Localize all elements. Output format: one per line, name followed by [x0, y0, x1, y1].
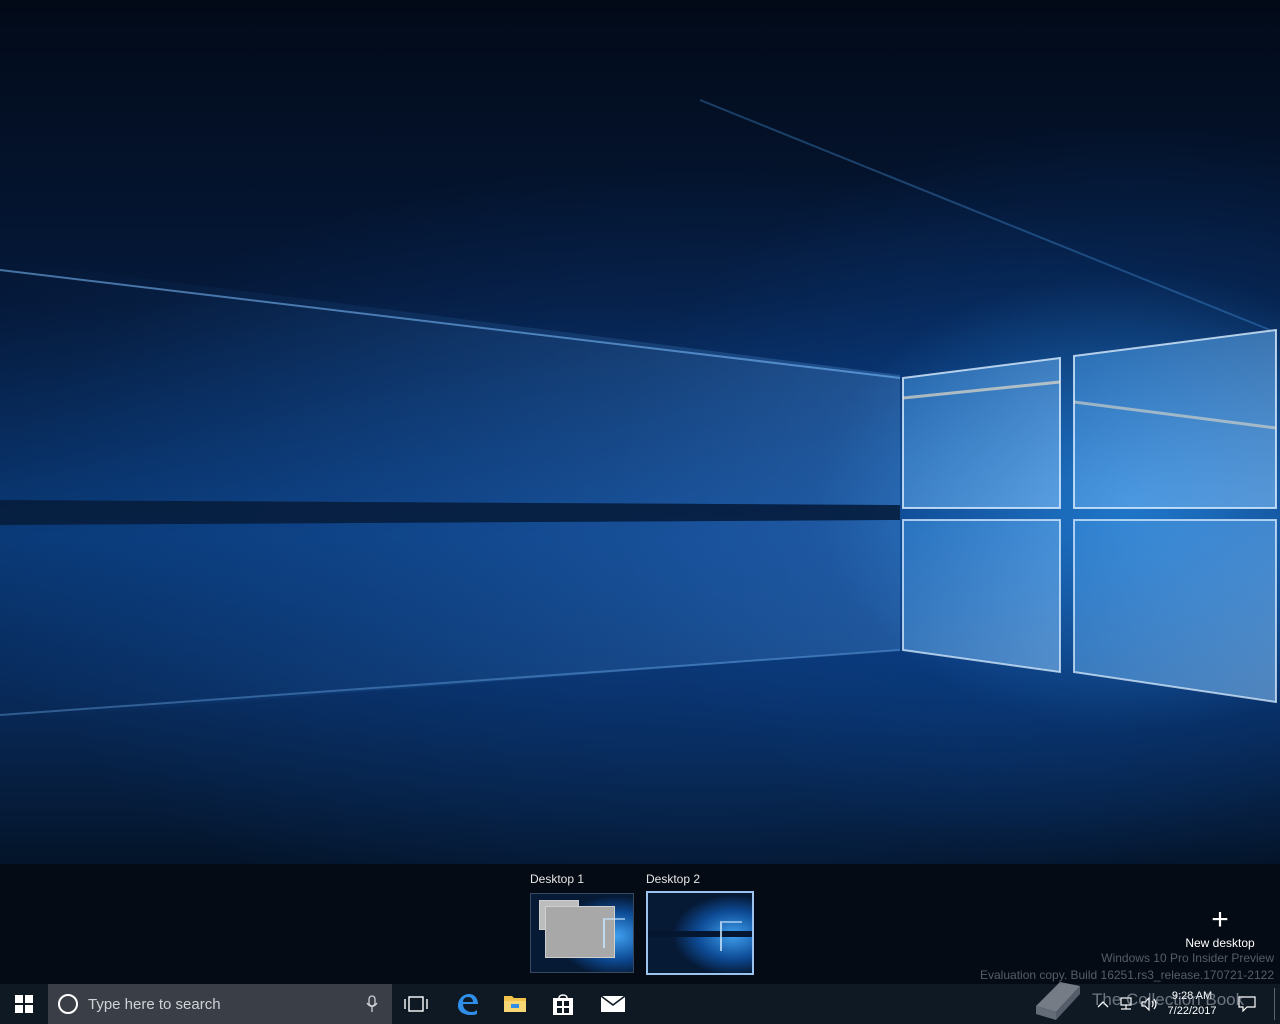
new-desktop-button[interactable]: + New desktop [1180, 903, 1260, 951]
watermark-edition: Windows 10 Pro Insider Preview [1101, 951, 1274, 965]
virtual-desktop-1[interactable]: Desktop 1 [530, 872, 634, 973]
virtual-desktop-label: Desktop 1 [530, 872, 585, 886]
thumbnail-windows-logo [603, 918, 625, 948]
book-logo-icon [1036, 982, 1080, 1020]
start-button[interactable] [0, 984, 48, 1024]
file-explorer-taskbar-button[interactable] [492, 984, 538, 1024]
thumbnail-windows-logo [720, 921, 742, 951]
virtual-desktop-thumbnail[interactable] [530, 893, 634, 973]
plus-icon: + [1211, 903, 1229, 936]
taskbar: Type here to search 9:28 AM 7/22/2017 [0, 984, 1280, 1024]
edge-taskbar-button[interactable] [444, 984, 490, 1024]
new-desktop-label: New desktop [1185, 936, 1255, 950]
mail-taskbar-button[interactable] [590, 984, 636, 1024]
task-view-icon [404, 996, 428, 1012]
virtual-desktop-label: Desktop 2 [646, 872, 701, 886]
brand-watermark-text: The Collection Book [1092, 990, 1245, 1009]
mail-icon [600, 995, 626, 1012]
virtual-desktop-2[interactable]: Desktop 2 [646, 872, 754, 975]
cortana-icon[interactable] [58, 994, 78, 1014]
task-view-button[interactable] [392, 984, 440, 1024]
windows-logo-light-rays [0, 99, 1277, 720]
watermark-build: Evaluation copy. Build 16251.rs3_release… [980, 968, 1274, 982]
build-watermark: Windows 10 Pro Insider Preview Evaluatio… [980, 950, 1274, 984]
store-icon [553, 994, 573, 1015]
search-placeholder[interactable]: Type here to search [88, 996, 366, 1013]
windows-start-icon [15, 995, 33, 1013]
store-taskbar-button[interactable] [540, 984, 586, 1024]
desktop-wallpaper [0, 0, 1280, 864]
virtual-desktop-thumbnail[interactable] [646, 891, 754, 975]
file-explorer-icon [504, 996, 526, 1012]
show-desktop-button[interactable] [1274, 988, 1275, 1020]
edge-icon [458, 994, 478, 1015]
microphone-icon[interactable] [366, 995, 378, 1013]
search-box[interactable]: Type here to search [48, 984, 392, 1024]
